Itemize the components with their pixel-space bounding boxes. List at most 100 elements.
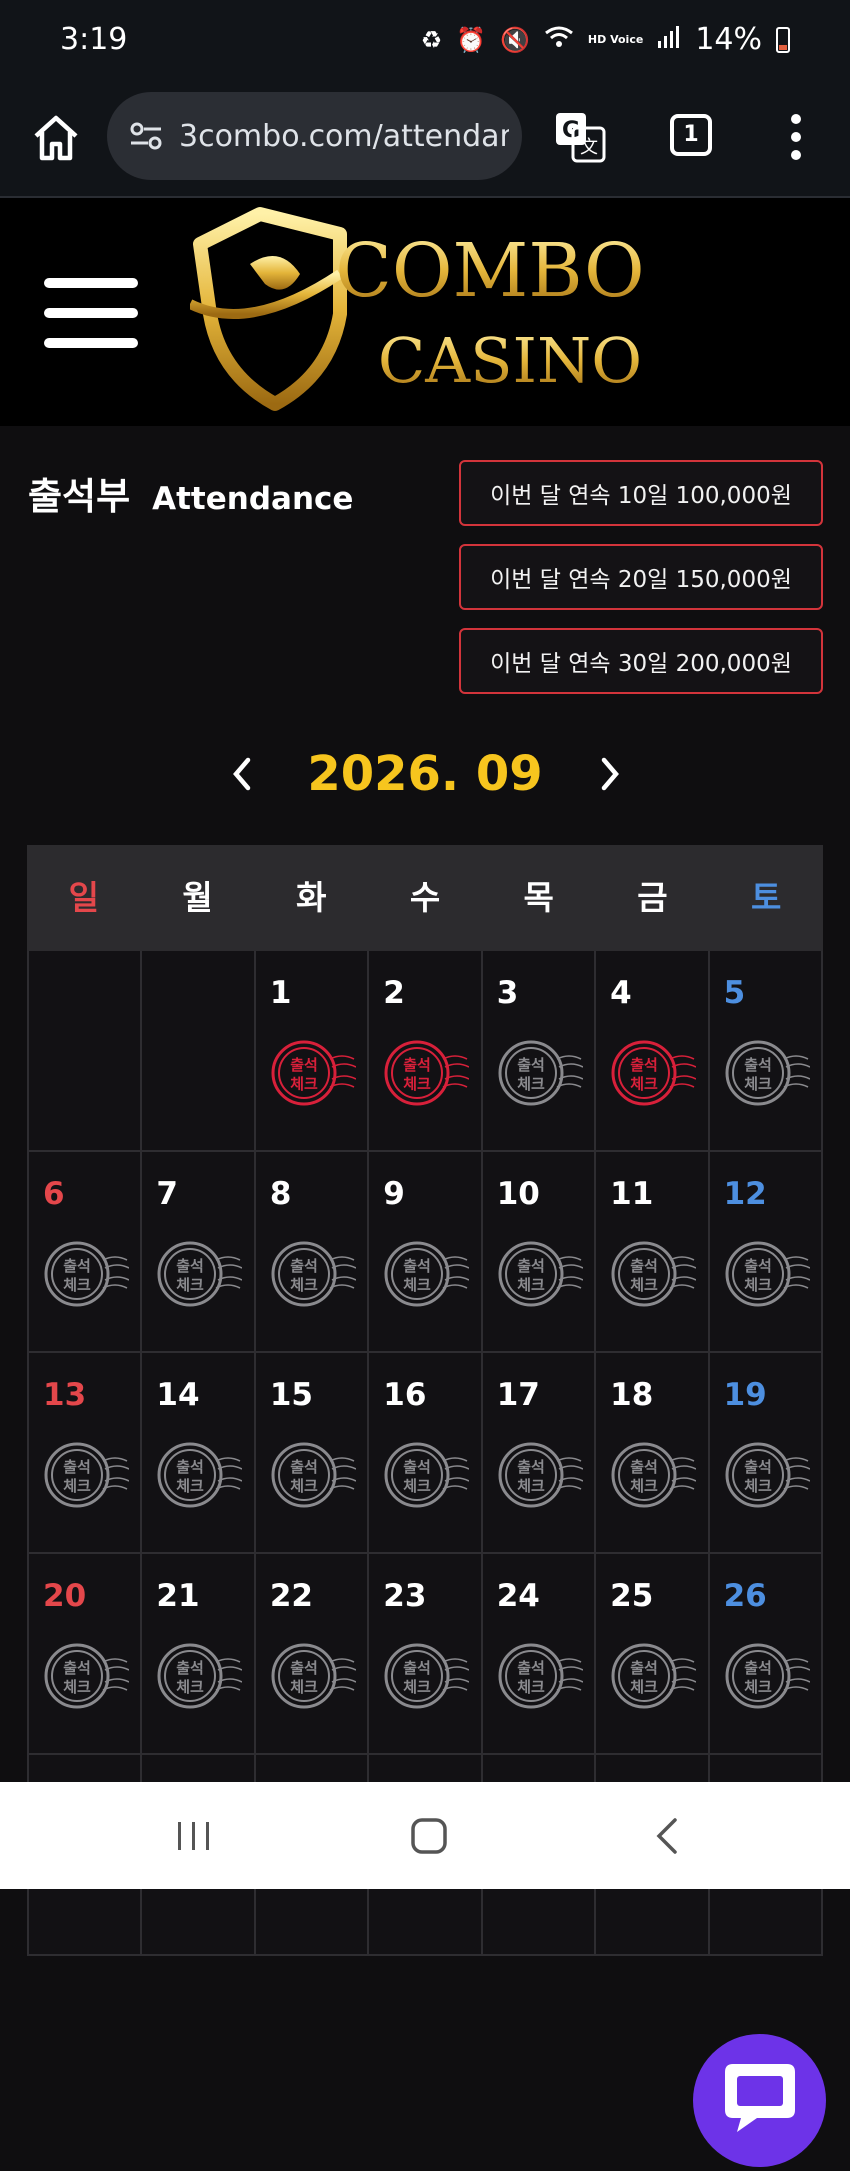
- attendance-stamp-unchecked-icon[interactable]: 출석체크: [610, 1640, 697, 1712]
- weekday-thu: 목: [523, 878, 554, 917]
- logo-text-combo: COMBO: [335, 228, 644, 314]
- attendance-stamp-unchecked-icon[interactable]: 출석체크: [270, 1238, 356, 1310]
- calendar-day-cell: 23 출석 체크: [369, 1554, 483, 1755]
- attendance-stamp-unchecked-icon[interactable]: 출석체크: [156, 1439, 243, 1511]
- prev-month-icon[interactable]: [222, 744, 262, 804]
- attendance-stamp-unchecked-icon[interactable]: 출석체크: [724, 1037, 810, 1109]
- attendance-stamp-checked-icon[interactable]: 출석체크: [610, 1037, 697, 1109]
- attendance-stamp-unchecked-icon[interactable]: 출석체크: [383, 1640, 470, 1712]
- attendance-stamp-unchecked-icon[interactable]: 출석체크: [156, 1640, 243, 1712]
- home-nav-icon[interactable]: [405, 1812, 453, 1860]
- bonus-10-days: 이번 달 연속 10일 100,000원: [459, 460, 823, 526]
- hd-voice-icon: HD Voice: [587, 33, 644, 46]
- home-icon[interactable]: [30, 112, 82, 164]
- weekday-header: 일 월 화 수 목 금 토: [27, 845, 823, 951]
- attendance-stamp-unchecked-icon[interactable]: 출석체크: [497, 1640, 583, 1712]
- attendance-stamp-unchecked-icon[interactable]: 출석체크: [270, 1640, 356, 1712]
- calendar-day-cell: 16 출석 체크: [369, 1353, 483, 1554]
- svg-text:체크: 체크: [63, 1276, 91, 1294]
- svg-text:체크: 체크: [63, 1477, 91, 1495]
- day-number: 26: [723, 1578, 767, 1614]
- attendance-stamp-unchecked-icon[interactable]: 출석체크: [610, 1439, 697, 1511]
- svg-text:출석: 출석: [290, 1659, 318, 1677]
- attendance-stamp-unchecked-icon[interactable]: 출석체크: [43, 1439, 129, 1511]
- address-bar[interactable]: 3combo.com/attendan: [107, 92, 522, 180]
- calendar-day-cell: [29, 951, 143, 1152]
- attendance-stamp-unchecked-icon[interactable]: 출석체크: [497, 1439, 583, 1511]
- svg-text:체크: 체크: [630, 1276, 658, 1294]
- calendar-day-cell: 2 출석 체크: [369, 951, 483, 1152]
- svg-text:체크: 체크: [744, 1075, 772, 1093]
- attendance-stamp-unchecked-icon[interactable]: 출석체크: [43, 1238, 129, 1310]
- page-title-korean: 출석부: [28, 475, 131, 518]
- combo-casino-logo[interactable]: COMBO CASINO: [190, 204, 670, 419]
- svg-text:출석: 출석: [744, 1458, 772, 1476]
- svg-text:文: 文: [580, 137, 598, 158]
- hamburger-menu-icon[interactable]: [44, 278, 138, 348]
- back-nav-icon[interactable]: [645, 1812, 693, 1860]
- weekday-wed: 수: [409, 878, 441, 917]
- day-number: 24: [496, 1578, 540, 1614]
- day-number: 17: [496, 1377, 540, 1413]
- day-number: 16: [383, 1377, 427, 1413]
- svg-text:체크: 체크: [517, 1276, 545, 1294]
- svg-text:출석: 출석: [403, 1257, 431, 1275]
- chat-button[interactable]: [693, 2034, 826, 2167]
- attendance-stamp-unchecked-icon[interactable]: 출석체크: [724, 1238, 810, 1310]
- page-title: 출석부 Attendance: [28, 466, 353, 520]
- calendar-day-cell: [142, 951, 256, 1152]
- svg-text:출석: 출석: [630, 1257, 658, 1275]
- svg-text:출석: 출석: [177, 1659, 205, 1677]
- svg-text:체크: 체크: [177, 1276, 205, 1294]
- calendar-day-cell: 20 출석 체크: [29, 1554, 143, 1755]
- status-bar: 3:19 ♻ ⏰ 🔇 HD Voice 14%: [0, 0, 850, 84]
- svg-text:출석: 출석: [630, 1056, 658, 1074]
- calendar-day-cell: 5 출석 체크: [709, 951, 823, 1152]
- calendar-day-cell: 4 출석 체크: [596, 951, 710, 1152]
- attendance-stamp-unchecked-icon[interactable]: 출석체크: [383, 1238, 470, 1310]
- weekday-sun: 일: [68, 878, 100, 917]
- attendance-stamp-unchecked-icon[interactable]: 출석체크: [156, 1238, 243, 1310]
- svg-text:체크: 체크: [290, 1477, 318, 1495]
- calendar-day-cell: 21 출석 체크: [142, 1554, 256, 1755]
- attendance-stamp-unchecked-icon[interactable]: 출석체크: [610, 1238, 697, 1310]
- svg-text:체크: 체크: [517, 1075, 545, 1093]
- weekday-sat: 토: [750, 878, 782, 917]
- day-number: 22: [269, 1578, 313, 1614]
- site-settings-icon[interactable]: [129, 121, 163, 151]
- attendance-stamp-unchecked-icon[interactable]: 출석체크: [43, 1640, 129, 1712]
- calendar-day-cell: 13 출석 체크: [29, 1353, 143, 1554]
- attendance-stamp-unchecked-icon[interactable]: 출석체크: [497, 1037, 583, 1109]
- day-number: 21: [156, 1578, 200, 1614]
- attendance-stamp-unchecked-icon[interactable]: 출석체크: [270, 1439, 356, 1511]
- svg-text:체크: 체크: [290, 1075, 318, 1093]
- attendance-stamp-checked-icon[interactable]: 출석체크: [383, 1037, 470, 1109]
- day-number: 4: [610, 975, 632, 1011]
- svg-text:출석: 출석: [290, 1056, 318, 1074]
- attendance-stamp-checked-icon[interactable]: 출석체크: [270, 1037, 356, 1109]
- battery-percent: 14%: [695, 22, 762, 57]
- svg-text:출석: 출석: [630, 1659, 658, 1677]
- svg-text:출석: 출석: [403, 1458, 431, 1476]
- svg-text:출석: 출석: [744, 1257, 772, 1275]
- alarm-icon: ⏰: [456, 25, 487, 54]
- svg-text:출석: 출석: [63, 1659, 91, 1677]
- attendance-stamp-unchecked-icon[interactable]: 출석체크: [724, 1640, 810, 1712]
- svg-text:체크: 체크: [290, 1678, 318, 1696]
- svg-text:체크: 체크: [403, 1075, 431, 1093]
- bonus-30-days: 이번 달 연속 30일 200,000원: [459, 628, 823, 694]
- day-number: 9: [383, 1176, 405, 1212]
- day-number: 5: [723, 975, 746, 1011]
- tab-switcher-button[interactable]: 1: [670, 114, 712, 156]
- calendar-day-cell: 9 출석 체크: [369, 1152, 483, 1353]
- calendar-day-cell: 22 출석 체크: [255, 1554, 370, 1755]
- attendance-stamp-unchecked-icon[interactable]: 출석체크: [497, 1238, 583, 1310]
- next-month-icon[interactable]: [590, 744, 630, 804]
- more-menu-icon[interactable]: [790, 114, 802, 160]
- day-number: 6: [43, 1176, 65, 1212]
- attendance-stamp-unchecked-icon[interactable]: 출석체크: [724, 1439, 810, 1511]
- recent-apps-icon[interactable]: [170, 1812, 218, 1860]
- attendance-stamp-unchecked-icon[interactable]: 출석체크: [383, 1439, 470, 1511]
- translate-icon[interactable]: G 文: [553, 110, 607, 164]
- calendar-day-cell: 12 출석 체크: [709, 1152, 823, 1353]
